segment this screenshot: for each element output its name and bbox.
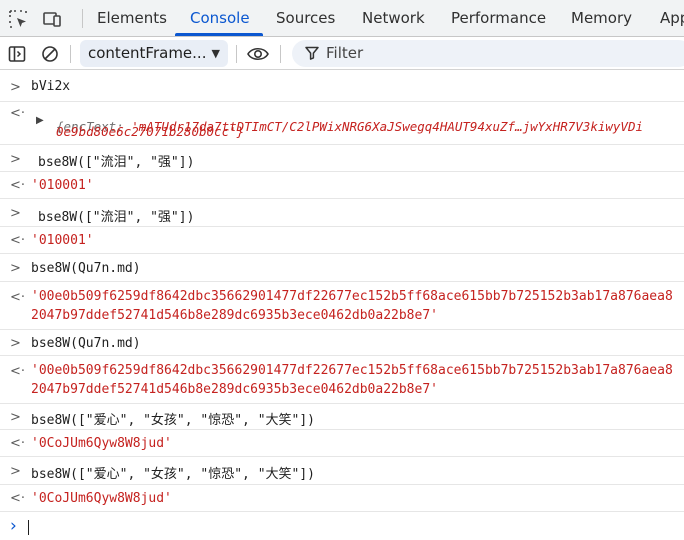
console-toolbar: contentFrame... ▼ Filter (0, 37, 684, 70)
filter-input[interactable]: Filter (292, 40, 684, 67)
tab-console[interactable]: Console (190, 0, 250, 37)
console-command: bse8W(Qu7n.md) (31, 261, 141, 276)
console-output-row: <· '010001' (0, 172, 684, 199)
console-input-row[interactable]: > bse8W(Qu7n.md) (0, 254, 684, 282)
prompt-chevron-icon: › (10, 516, 17, 536)
expand-triangle-icon[interactable]: ▶ (36, 115, 50, 126)
console-input-row[interactable]: > bse8W(Qu7n.md) (0, 330, 684, 356)
console-result: '010001' (31, 233, 94, 248)
console-output-row: <· '00e0b509f6259df8642dbc35662901477df2… (0, 356, 684, 404)
console-output-row: <· '0CoJUm6Qyw8W8jud' (0, 430, 684, 457)
input-chevron-icon: > (10, 206, 21, 221)
console-output-row: <· '010001' (0, 227, 684, 254)
console-input-row[interactable]: > bVi2x (0, 70, 684, 102)
filter-funnel-icon (305, 46, 319, 60)
text-cursor (28, 520, 29, 535)
context-selector-label: contentFrame... (88, 44, 207, 62)
tab-elements[interactable]: Elements (97, 0, 167, 37)
input-chevron-icon: > (10, 80, 21, 95)
devtools-tab-bar: Elements Console Sources Network Perform… (0, 0, 684, 37)
console-command: bse8W(["爱心", "女孩", "惊恐", "大笑"]) (31, 413, 316, 428)
input-chevron-icon: > (10, 336, 21, 351)
console-output-row: <· '00e0b509f6259df8642dbc35662901477df2… (0, 282, 684, 330)
console-prompt[interactable]: › (0, 512, 684, 540)
object-value-continued: 0e9bd80e6c27071b280b0cc'} (56, 124, 245, 139)
console-result: '0CoJUm6Qyw8W8jud' (31, 436, 172, 451)
console-command: bse8W(Qu7n.md) (31, 336, 141, 351)
console-command: bse8W(["流泪", "强"]) (38, 210, 195, 225)
console-command: bse8W(["爱心", "女孩", "惊恐", "大笑"]) (31, 467, 316, 482)
console-result-continued: 2047b97ddef52741d546b8e289dc6935b3ece046… (31, 308, 438, 323)
active-tab-indicator (175, 33, 263, 36)
tab-performance[interactable]: Performance (451, 0, 546, 37)
console-result: '010001' (31, 178, 94, 193)
sidebar-toggle-icon[interactable] (8, 45, 26, 63)
inspect-element-icon[interactable] (8, 9, 28, 29)
toolbar-separator (236, 45, 237, 63)
input-chevron-icon: > (10, 464, 21, 479)
context-selector[interactable]: contentFrame... ▼ (80, 40, 228, 67)
live-expression-eye-icon[interactable] (246, 44, 270, 64)
filter-placeholder: Filter (326, 44, 364, 62)
result-arrow-icon: <· (10, 290, 26, 305)
console-result: '0CoJUm6Qyw8W8jud' (31, 491, 172, 506)
result-arrow-icon: <· (10, 491, 26, 506)
input-chevron-icon: > (10, 261, 21, 276)
console-command: bVi2x (31, 79, 71, 94)
console-result-continued: 2047b97ddef52741d546b8e289dc6935b3ece046… (31, 382, 438, 397)
toolbar-separator (280, 45, 281, 63)
console-output-row: <· '0CoJUm6Qyw8W8jud' (0, 485, 684, 512)
result-arrow-icon: <· (10, 233, 26, 248)
tab-network[interactable]: Network (362, 0, 425, 37)
device-toolbar-icon[interactable] (42, 9, 62, 29)
result-arrow-icon: <· (10, 436, 26, 451)
input-chevron-icon: > (10, 152, 21, 167)
console-output-row[interactable]: <· ▶ {encText: 'mATUdr17da7ttDTImCT/C2lP… (0, 102, 684, 145)
toolbar-separator (70, 45, 71, 63)
console-result: '00e0b509f6259df8642dbc35662901477df2267… (31, 363, 673, 378)
result-arrow-icon: <· (10, 106, 26, 121)
tab-separator (82, 9, 83, 28)
result-arrow-icon: <· (10, 364, 26, 379)
tab-application[interactable]: App (660, 0, 684, 37)
input-chevron-icon: > (10, 410, 21, 425)
console-command: bse8W(["流泪", "强"]) (38, 155, 195, 170)
chevron-down-icon: ▼ (211, 47, 220, 60)
console-input-row[interactable]: > bse8W(["爱心", "女孩", "惊恐", "大笑"]) (0, 404, 684, 430)
tab-sources[interactable]: Sources (276, 0, 335, 37)
clear-console-icon[interactable] (41, 45, 59, 63)
result-arrow-icon: <· (10, 178, 26, 193)
console-input-row[interactable]: > bse8W(["流泪", "强"]) (0, 199, 684, 227)
console-input-row[interactable]: > bse8W(["流泪", "强"]) (0, 145, 684, 172)
console-result: '00e0b509f6259df8642dbc35662901477df2267… (31, 289, 673, 304)
console-input-row[interactable]: > bse8W(["爱心", "女孩", "惊恐", "大笑"]) (0, 457, 684, 485)
tab-memory[interactable]: Memory (571, 0, 632, 37)
